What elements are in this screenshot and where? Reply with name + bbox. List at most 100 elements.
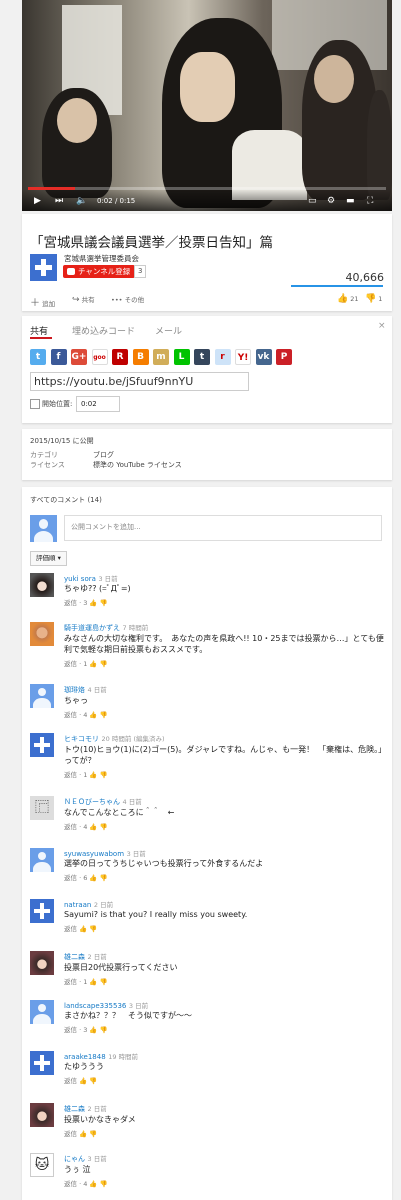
comment-time[interactable]: 3 日前 — [98, 575, 117, 583]
thumbs-down-icon[interactable]: 👎 — [100, 771, 108, 779]
comment-time[interactable]: 20 時間前 (編集済み) — [102, 735, 165, 743]
commenter-avatar[interactable] — [30, 573, 54, 597]
commenter-avatar[interactable] — [30, 1051, 54, 1075]
blogger-icon[interactable]: B — [132, 349, 149, 365]
reply-button[interactable]: 返信 — [64, 1180, 77, 1188]
thumbs-up-icon[interactable]: 👍 — [89, 1026, 97, 1034]
thumbs-down-icon[interactable]: 👎 — [89, 1130, 97, 1138]
mixi-icon[interactable]: m — [153, 349, 169, 365]
channel-name[interactable]: 宮城県選挙管理委員会 — [64, 253, 139, 264]
theater-icon[interactable]: ▬ — [346, 196, 355, 206]
commenter-name[interactable]: 雄二森 — [64, 953, 85, 961]
tab-email[interactable]: メール — [155, 324, 182, 337]
commenter-name[interactable]: ＮＥＯびーちゃん — [64, 798, 120, 806]
commenter-name[interactable]: syuwasyuwabom — [64, 850, 124, 858]
thumbs-up-icon[interactable]: 👍 — [89, 599, 97, 607]
reply-button[interactable]: 返信 — [64, 599, 77, 607]
captions-icon[interactable]: ▭ — [308, 196, 317, 206]
category-value[interactable]: ブログ — [93, 450, 114, 460]
commenter-name[interactable]: にゃん — [64, 1155, 85, 1163]
commenter-avatar[interactable] — [30, 1000, 54, 1024]
share-button[interactable]: ↪ 共有 — [72, 294, 95, 305]
thumbs-up-icon[interactable]: 👍 — [89, 874, 97, 882]
tab-embed[interactable]: 埋め込みコード — [72, 324, 135, 337]
tumblr-icon[interactable]: t — [194, 349, 210, 365]
sort-dropdown[interactable]: 評価順 ▾ — [30, 551, 67, 566]
thumbs-up-icon[interactable]: 👍 — [89, 978, 97, 986]
vk-icon[interactable]: vk — [255, 349, 272, 365]
reddit-icon[interactable]: r — [214, 349, 231, 365]
dislike-button[interactable]: 👎 1 — [365, 294, 382, 304]
commenter-name[interactable]: yuki sora — [64, 575, 96, 583]
more-button[interactable]: ••• その他 — [111, 294, 144, 304]
commenter-name[interactable]: araake1848 — [64, 1053, 106, 1061]
commenter-avatar[interactable]: ⿸ — [30, 796, 54, 820]
tab-share[interactable]: 共有 — [30, 324, 48, 337]
comment-time[interactable]: 2 日前 — [88, 1105, 107, 1113]
thumbs-up-icon[interactable]: 👍 — [89, 660, 97, 668]
thumbs-down-icon[interactable]: 👎 — [100, 978, 108, 986]
thumbs-up-icon[interactable]: 👍 — [79, 925, 87, 933]
thumbs-down-icon[interactable]: 👎 — [100, 874, 108, 882]
commenter-avatar[interactable] — [30, 684, 54, 708]
comment-time[interactable]: 7 時間前 — [123, 624, 149, 632]
thumbs-down-icon[interactable]: 👎 — [89, 925, 97, 933]
reply-button[interactable]: 返信 — [64, 1130, 77, 1138]
thumbs-up-icon[interactable]: 👍 — [89, 711, 97, 719]
commenter-avatar[interactable] — [30, 1103, 54, 1127]
line-icon[interactable]: L — [173, 349, 190, 365]
thumbs-up-icon[interactable]: 👍 — [89, 1180, 97, 1188]
reply-button[interactable]: 返信 — [64, 1077, 77, 1085]
commenter-name[interactable]: 騎手道運島かずえ — [64, 624, 120, 632]
rakuten-icon[interactable]: R — [112, 349, 128, 365]
play-icon[interactable]: ▶ — [34, 196, 41, 206]
like-button[interactable]: 👍 21 — [337, 294, 359, 304]
next-icon[interactable]: ⏭ — [55, 196, 63, 206]
comment-time[interactable]: 19 時間前 — [108, 1053, 138, 1061]
commenter-name[interactable]: 珈琲烙 — [64, 686, 85, 694]
thumbs-down-icon[interactable]: 👎 — [100, 823, 108, 831]
reply-button[interactable]: 返信 — [64, 771, 77, 779]
pinterest-icon[interactable]: P — [276, 349, 292, 365]
thumbs-down-icon[interactable]: 👎 — [100, 711, 108, 719]
thumbs-up-icon[interactable]: 👍 — [79, 1077, 87, 1085]
commenter-name[interactable]: ヒキコモリ — [64, 735, 99, 743]
settings-icon[interactable]: ⚙ — [327, 196, 335, 206]
reply-button[interactable]: 返信 — [64, 874, 77, 882]
thumbs-down-icon[interactable]: 👎 — [100, 1026, 108, 1034]
fullscreen-icon[interactable]: ⛶ — [367, 196, 373, 206]
subscribe-button[interactable]: チャンネル登録 — [63, 265, 136, 278]
reply-button[interactable]: 返信 — [64, 823, 77, 831]
share-url-field[interactable]: https://youtu.be/jSfuuf9nnYU — [30, 372, 249, 391]
start-time-checkbox[interactable] — [30, 399, 40, 409]
reply-button[interactable]: 返信 — [64, 711, 77, 719]
commenter-avatar[interactable] — [30, 848, 54, 872]
reply-button[interactable]: 返信 — [64, 660, 77, 668]
commenter-name[interactable]: 雄二森 — [64, 1105, 85, 1113]
comment-time[interactable]: 4 日前 — [123, 798, 142, 806]
channel-avatar[interactable] — [30, 254, 57, 281]
thumbs-down-icon[interactable]: 👎 — [100, 660, 108, 668]
reply-button[interactable]: 返信 — [64, 1026, 77, 1034]
goo-icon[interactable]: goo — [91, 349, 108, 365]
commenter-avatar[interactable] — [30, 733, 54, 757]
thumbs-down-icon[interactable]: 👎 — [100, 1180, 108, 1188]
comment-input[interactable]: 公開コメントを追加... — [64, 515, 382, 541]
commenter-name[interactable]: natraan — [64, 901, 91, 909]
facebook-icon[interactable]: f — [50, 349, 67, 365]
comment-time[interactable]: 3 日前 — [88, 1155, 107, 1163]
google-plus-icon[interactable]: G+ — [71, 349, 87, 365]
thumbs-down-icon[interactable]: 👎 — [89, 1077, 97, 1085]
commenter-avatar[interactable]: 🐱 — [30, 1153, 54, 1177]
video-player[interactable]: ▶ ⏭ 🔈 0:02 / 0:15 ▭ ⚙ ▬ ⛶ — [22, 0, 392, 211]
reply-button[interactable]: 返信 — [64, 978, 77, 986]
seek-bar[interactable] — [28, 187, 386, 190]
commenter-name[interactable]: landscape335536 — [64, 1002, 126, 1010]
comment-time[interactable]: 4 日前 — [88, 686, 107, 694]
thumbs-up-icon[interactable]: 👍 — [79, 1130, 87, 1138]
commenter-avatar[interactable] — [30, 951, 54, 975]
commenter-avatar[interactable] — [30, 622, 54, 646]
comment-time[interactable]: 2 日前 — [94, 901, 113, 909]
reply-button[interactable]: 返信 — [64, 925, 77, 933]
close-icon[interactable]: × — [378, 321, 386, 331]
